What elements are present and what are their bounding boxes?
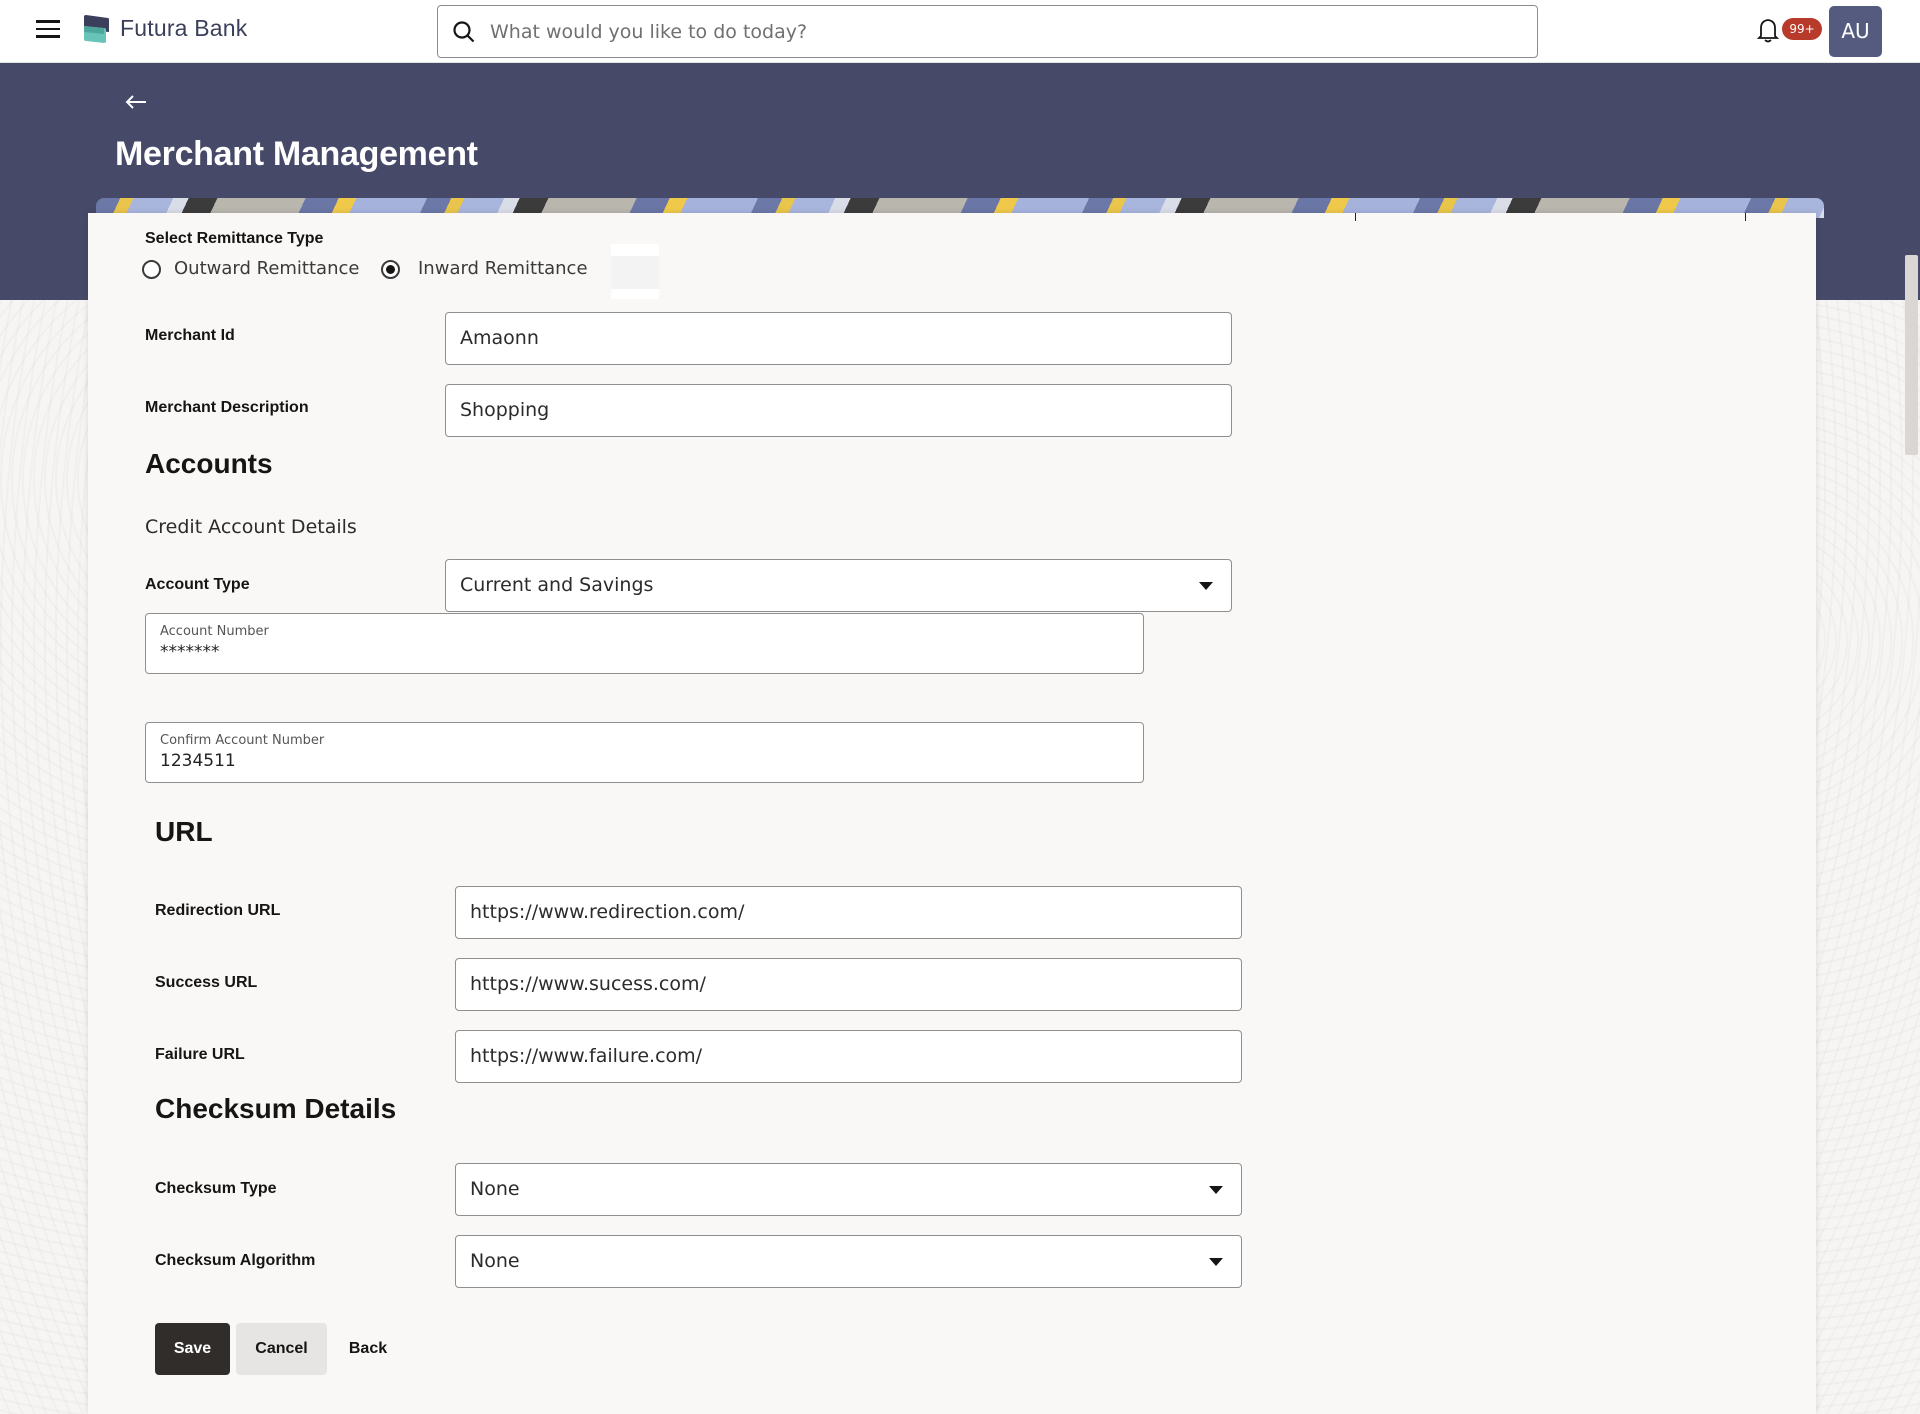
chevron-down-icon[interactable] <box>1209 1186 1223 1194</box>
remittance-type-label: Select Remittance Type <box>145 230 324 247</box>
account-number-field[interactable]: Account Number ******* <box>145 613 1144 674</box>
chevron-down-icon[interactable] <box>1209 1258 1223 1266</box>
redirection-url-field[interactable]: https://www.redirection.com/ <box>455 886 1242 939</box>
top-bar: Futura Bank 99+ AU <box>0 0 1920 63</box>
outward-remittance-label[interactable]: Outward Remittance <box>174 258 359 279</box>
failure-url-label: Failure URL <box>155 1046 245 1063</box>
brand-name: Futura Bank <box>120 15 248 41</box>
url-heading: URL <box>155 816 213 847</box>
notification-badge: 99+ <box>1782 18 1822 40</box>
merchant-description-field[interactable]: Shopping <box>445 384 1232 437</box>
redirection-url-value[interactable]: https://www.redirection.com/ <box>470 887 1195 938</box>
checksum-type-label: Checksum Type <box>155 1180 277 1197</box>
checksum-type-value[interactable]: None <box>470 1164 1195 1215</box>
merchant-description-label: Merchant Description <box>145 399 309 416</box>
account-number-value[interactable]: ******* <box>160 642 220 662</box>
credit-account-details-subheading: Credit Account Details <box>145 516 357 538</box>
chevron-down-icon[interactable] <box>1199 582 1213 590</box>
search-icon <box>453 21 475 43</box>
account-type-select[interactable]: Current and Savings <box>445 559 1232 612</box>
inward-remittance-radio[interactable] <box>381 260 400 279</box>
outward-remittance-radio[interactable] <box>142 260 161 279</box>
merchant-id-value[interactable]: Amaonn <box>460 313 1185 364</box>
success-url-field[interactable]: https://www.sucess.com/ <box>455 958 1242 1011</box>
checksum-algorithm-label: Checksum Algorithm <box>155 1252 316 1269</box>
accounts-heading: Accounts <box>145 448 273 479</box>
redirection-url-label: Redirection URL <box>155 902 281 919</box>
merchant-form-card: Select Remittance Type Outward Remittanc… <box>88 213 1816 1414</box>
placeholder-box <box>611 244 659 299</box>
success-url-label: Success URL <box>155 974 258 991</box>
merchant-id-label: Merchant Id <box>145 327 235 344</box>
inward-remittance-label[interactable]: Inward Remittance <box>418 258 588 279</box>
merchant-id-field[interactable]: Amaonn <box>445 312 1232 365</box>
banner-tick <box>1745 213 1746 221</box>
account-type-value[interactable]: Current and Savings <box>460 560 1185 611</box>
confirm-account-number-label: Confirm Account Number <box>160 733 325 748</box>
account-number-label: Account Number <box>160 624 269 639</box>
banner-tick <box>1355 213 1356 221</box>
scrollbar-thumb[interactable] <box>1905 255 1918 455</box>
merchant-description-value[interactable]: Shopping <box>460 385 1185 436</box>
page-title: Merchant Management <box>115 135 478 173</box>
user-avatar[interactable]: AU <box>1829 6 1882 57</box>
search-input[interactable] <box>490 16 1520 48</box>
failure-url-value[interactable]: https://www.failure.com/ <box>470 1031 1195 1082</box>
search-bar[interactable] <box>437 5 1538 58</box>
checksum-algorithm-value[interactable]: None <box>470 1236 1195 1287</box>
checksum-type-select[interactable]: None <box>455 1163 1242 1216</box>
success-url-value[interactable]: https://www.sucess.com/ <box>470 959 1195 1010</box>
bank-logo-icon <box>84 15 109 43</box>
failure-url-field[interactable]: https://www.failure.com/ <box>455 1030 1242 1083</box>
checksum-algorithm-select[interactable]: None <box>455 1235 1242 1288</box>
menu-icon[interactable] <box>36 20 60 40</box>
back-button[interactable]: Back <box>338 1323 398 1375</box>
confirm-account-number-field[interactable]: Confirm Account Number 1234511 <box>145 722 1144 783</box>
checksum-details-heading: Checksum Details <box>155 1093 397 1124</box>
cancel-button[interactable]: Cancel <box>236 1323 327 1375</box>
save-button[interactable]: Save <box>155 1323 230 1375</box>
notification-bell-icon[interactable] <box>1756 16 1780 44</box>
account-type-label: Account Type <box>145 576 250 593</box>
back-arrow-icon[interactable] <box>124 90 148 114</box>
confirm-account-number-value[interactable]: 1234511 <box>160 751 236 771</box>
